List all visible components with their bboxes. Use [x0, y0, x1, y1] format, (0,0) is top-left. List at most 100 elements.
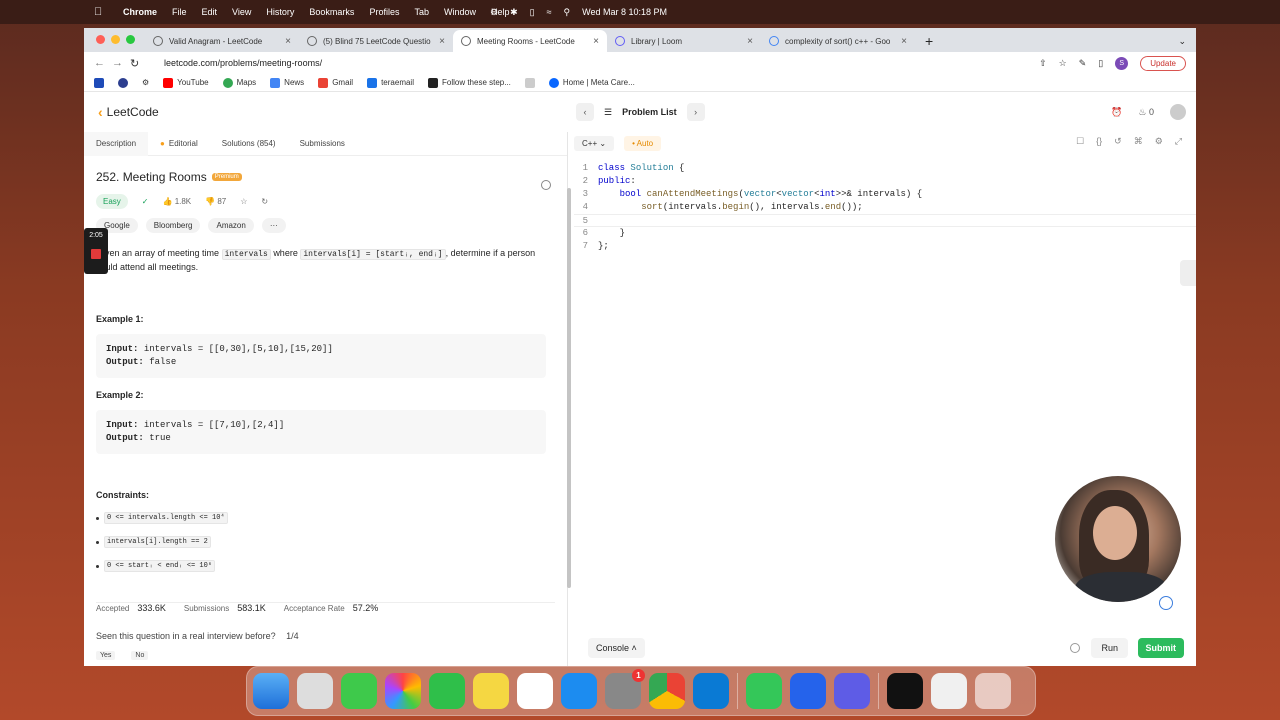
messages-icon[interactable] [341, 673, 377, 709]
chrome-icon[interactable] [649, 673, 685, 709]
more-companies-button[interactable]: ··· [261, 218, 286, 233]
spreadsheet-window-icon[interactable] [931, 673, 967, 709]
menu-profiles[interactable]: Profiles [369, 7, 399, 17]
star-icon[interactable]: ☆ [1059, 58, 1067, 69]
problem-list-link[interactable]: Problem List [622, 107, 677, 117]
datetime[interactable]: Wed Mar 8 10:18 PM [582, 7, 667, 17]
alarm-clock-icon[interactable]: ⏰ [1111, 107, 1122, 118]
company-chip-amazon[interactable]: Amazon [208, 218, 254, 233]
search-icon[interactable]: ⚲ [564, 7, 571, 18]
new-tab-icon[interactable]: + [925, 33, 933, 49]
loom-icon[interactable] [834, 673, 870, 709]
reset-icon[interactable]: ↺ [1114, 136, 1122, 147]
minimize-window-button[interactable] [111, 35, 120, 44]
reload-icon[interactable]: ↻ [130, 57, 148, 70]
facetime-icon[interactable] [429, 673, 465, 709]
apple-icon[interactable]:  [94, 6, 108, 18]
menu-history[interactable]: History [266, 7, 294, 17]
bookmark-icon-w[interactable] [94, 77, 104, 88]
browser-tab[interactable]: complexity of sort() c++ - Goo × [761, 30, 915, 52]
battery-icon[interactable]: ▯ [530, 7, 535, 18]
notes-side-tab[interactable] [1180, 260, 1196, 286]
bookmark-youtube[interactable]: YouTube [163, 77, 209, 88]
fullscreen-icon[interactable]: ⤢ [1175, 136, 1182, 147]
console-button[interactable]: Console ˄ [588, 638, 645, 658]
menu-window[interactable]: Window [444, 7, 476, 17]
system-settings-icon[interactable]: 1 [605, 669, 645, 709]
prev-problem-button[interactable]: ‹ [576, 103, 594, 121]
code-editor[interactable]: 1 class Solution { 2 public: 3 bool canAtt… [574, 162, 1196, 253]
profile-avatar[interactable]: S [1115, 56, 1129, 70]
menu-view[interactable]: View [232, 7, 251, 17]
menu-file[interactable]: File [172, 7, 187, 17]
bluetooth-icon[interactable]: ✱ [510, 7, 518, 18]
debug-icon[interactable] [1070, 643, 1080, 653]
gear-status-icon[interactable]: ⚙ [490, 7, 498, 18]
star-icon[interactable]: ☆ [240, 197, 247, 206]
bookmark-maps[interactable]: Maps [222, 77, 256, 88]
browser-tab[interactable]: Valid Anagram - LeetCode × [145, 30, 299, 52]
browser-tab-active[interactable]: Meeting Rooms - LeetCode × [453, 30, 607, 52]
tab-submissions[interactable]: Submissions [288, 132, 357, 156]
braces-icon[interactable]: {} [1096, 136, 1102, 147]
streak-counter[interactable]: ♨ 0 [1138, 107, 1154, 118]
chevron-down-icon[interactable]: ⌄ [1178, 36, 1186, 47]
bookmark-news[interactable]: News [270, 77, 304, 88]
menu-edit[interactable]: Edit [202, 7, 218, 17]
bookmark-doc[interactable] [524, 77, 535, 88]
menu-tab[interactable]: Tab [414, 7, 429, 17]
browser-tab[interactable]: (5) Blind 75 LeetCode Questio × [299, 30, 453, 52]
close-icon[interactable]: × [439, 36, 445, 47]
bookmark-icon-q[interactable] [118, 77, 128, 88]
stop-recording-button[interactable] [91, 249, 101, 259]
no-button[interactable]: No [131, 651, 149, 660]
menu-app-name[interactable]: Chrome [123, 7, 157, 17]
language-select[interactable]: C++ ⌄ [574, 135, 615, 151]
back-icon[interactable]: ← [94, 57, 112, 69]
company-chip-bloomberg[interactable]: Bloomberg [145, 218, 201, 233]
freeform-icon[interactable] [517, 673, 553, 709]
url-field[interactable]: leetcode.com/problems/meeting-rooms/ [164, 58, 322, 68]
sidebar-icon[interactable]: ▯ [1098, 58, 1103, 69]
share-icon[interactable]: ⇧ [1039, 58, 1047, 69]
bookmark-icon-gear[interactable]: ⚙ [142, 78, 149, 87]
close-icon[interactable]: × [285, 36, 291, 47]
menu-bookmarks[interactable]: Bookmarks [309, 7, 354, 17]
extensions-icon[interactable]: ✎ [1079, 58, 1087, 69]
bookmark-gmail[interactable]: Gmail [318, 77, 353, 88]
terminal-icon[interactable] [887, 673, 923, 709]
bookmark-icon[interactable]: ☐ [1076, 136, 1084, 147]
vscode-icon[interactable] [693, 673, 729, 709]
update-button[interactable]: Update [1140, 55, 1186, 71]
wifi-icon[interactable]: ≈ [547, 7, 552, 17]
bookmark-meta-care[interactable]: Home | Meta Care... [548, 77, 635, 88]
close-icon[interactable]: × [747, 36, 753, 47]
forward-icon[interactable]: → [112, 57, 130, 69]
description-scrollbar[interactable] [567, 188, 571, 588]
notes-icon[interactable] [473, 673, 509, 709]
run-button[interactable]: Run [1091, 638, 1128, 658]
bookmark-teraemail[interactable]: teraemail [367, 77, 414, 88]
webcam-bubble[interactable] [1053, 474, 1183, 604]
browser-tab[interactable]: Library | Loom × [607, 30, 761, 52]
tab-editorial[interactable]: ● Editorial [148, 132, 210, 156]
photos-icon[interactable] [385, 673, 421, 709]
submit-button[interactable]: Submit [1137, 638, 1184, 658]
settings-icon[interactable]: ⚙ [1155, 136, 1163, 147]
close-window-button[interactable] [96, 35, 105, 44]
like-button[interactable]: 👍 1.8K [163, 197, 192, 206]
next-problem-button[interactable]: › [686, 103, 705, 121]
numbers-icon[interactable] [746, 673, 782, 709]
user-avatar[interactable] [1170, 104, 1186, 120]
close-icon[interactable]: × [593, 36, 599, 47]
command-icon[interactable]: ⌘ [1134, 136, 1143, 147]
more-options-icon[interactable] [541, 180, 551, 190]
dislike-button[interactable]: 👎 87 [205, 197, 226, 206]
launchpad-icon[interactable] [297, 673, 333, 709]
auto-mode-button[interactable]: • Auto [624, 135, 662, 151]
leetcode-logo[interactable]: ‹ LeetCode [98, 104, 159, 120]
trash-icon[interactable] [975, 673, 1011, 709]
app-store-icon[interactable] [561, 673, 597, 709]
webex-icon[interactable] [790, 673, 826, 709]
share-icon[interactable]: ↻ [261, 197, 268, 206]
